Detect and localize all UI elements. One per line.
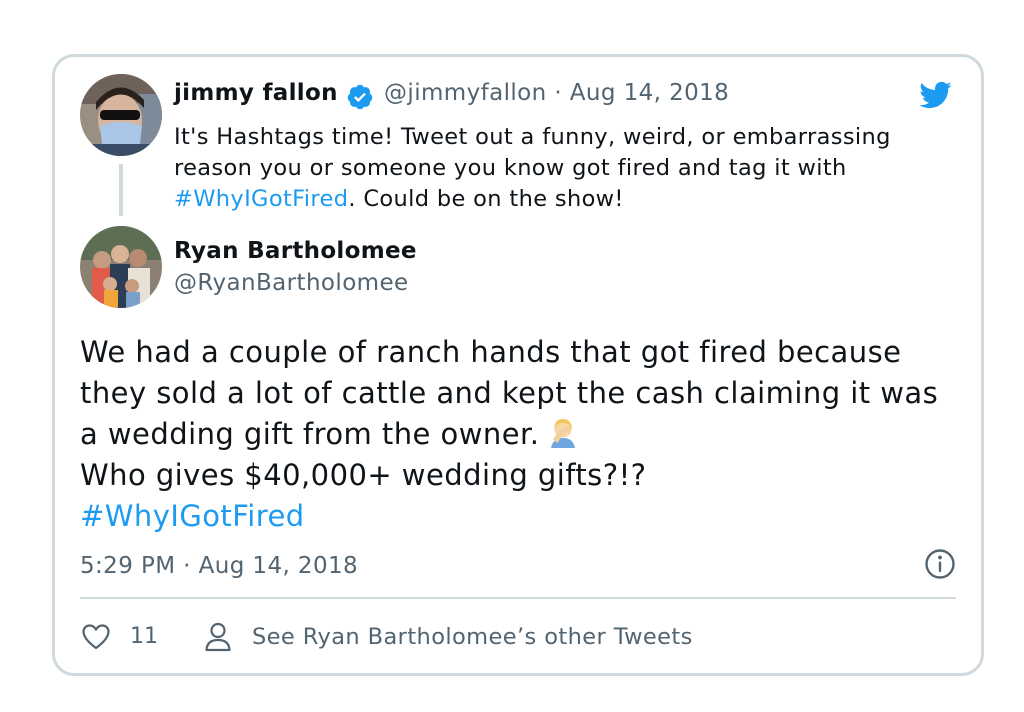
parent-handle-and-date[interactable]: @jimmyfallon · Aug 14, 2018	[384, 80, 729, 106]
avatar-ryanbartholomee[interactable]	[80, 226, 162, 308]
parent-author-name[interactable]: jimmy fallon	[174, 80, 338, 106]
verified-badge-icon	[347, 84, 373, 110]
reply-author-name[interactable]: Ryan Bartholomee	[174, 238, 417, 264]
reply-text-part2: Who gives $40,000+ wedding gifts?!?	[80, 458, 647, 492]
info-icon[interactable]	[924, 548, 956, 580]
parent-text-part2: . Could be on the show!	[348, 186, 624, 212]
reply-author-handle[interactable]: @RyanBartholomee	[174, 270, 409, 296]
person-icon	[205, 622, 231, 652]
reply-hashtag-link[interactable]: #WhyIGotFired	[80, 499, 305, 533]
like-count[interactable]: 11	[130, 624, 158, 649]
thread-connector-line	[119, 164, 123, 216]
reply-tweet-text: We had a couple of ranch hands that got …	[80, 332, 960, 537]
reply-text-part1: We had a couple of ranch hands that got …	[80, 335, 939, 451]
avatar-jimmyfallon[interactable]	[80, 74, 162, 156]
facepalm-emoji	[551, 419, 576, 448]
twitter-bird-icon[interactable]	[915, 78, 955, 112]
see-other-tweets-link[interactable]: See Ryan Bartholomee’s other Tweets	[252, 624, 693, 650]
parent-tweet-text: It's Hashtags time! Tweet out a funny, w…	[174, 122, 934, 215]
parent-hashtag-link[interactable]: #WhyIGotFired	[174, 186, 348, 212]
parent-text-part1: It's Hashtags time! Tweet out a funny, w…	[174, 124, 891, 181]
heart-icon[interactable]	[82, 624, 110, 650]
tweet-timestamp[interactable]: 5:29 PM · Aug 14, 2018	[80, 553, 358, 579]
divider	[80, 597, 956, 599]
